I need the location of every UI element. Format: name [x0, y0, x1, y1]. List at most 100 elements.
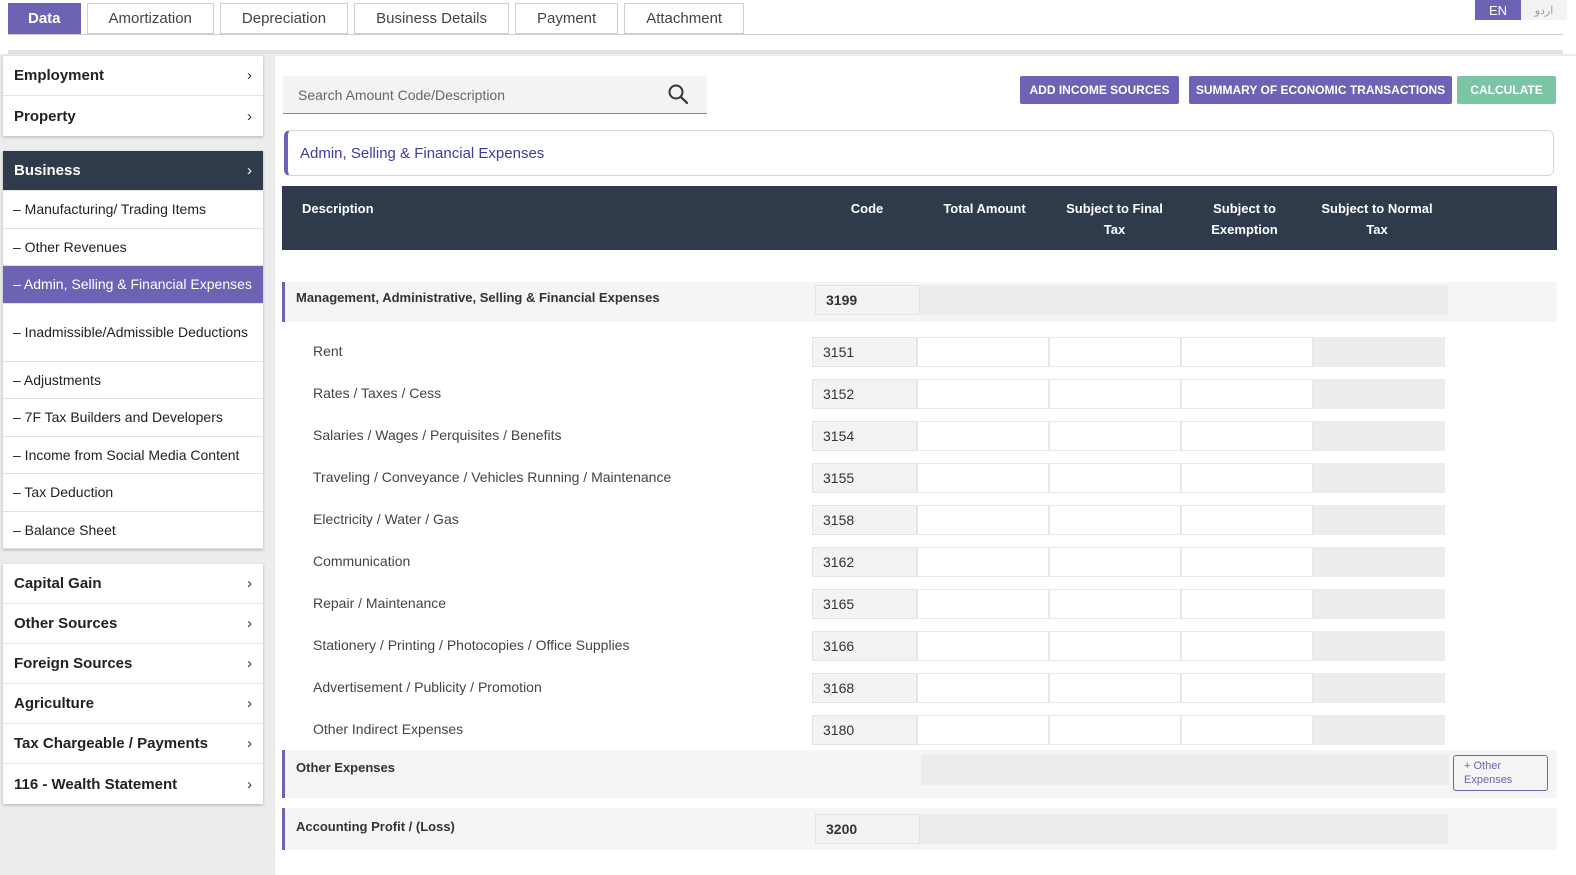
add-income-sources-button[interactable]: ADD INCOME SOURCES: [1020, 76, 1179, 104]
exemption-input[interactable]: [1181, 379, 1313, 409]
table-row: Electricity / Water / Gas 3158: [282, 505, 1557, 545]
sidebar-subitem-balance-sheet[interactable]: – Balance Sheet: [3, 512, 263, 549]
readonly-amount-bar: [920, 814, 1448, 844]
tab-business-details[interactable]: Business Details: [354, 3, 509, 34]
table-row: Advertisement / Publicity / Promotion 31…: [282, 673, 1557, 713]
table-row: Communication 3162: [282, 547, 1557, 587]
total-amount-input[interactable]: [917, 505, 1049, 535]
code-cell: 3165: [812, 589, 917, 619]
final-tax-input[interactable]: [1049, 421, 1181, 451]
search-icon[interactable]: [667, 83, 689, 105]
total-amount-input[interactable]: [917, 547, 1049, 577]
sidebar-item-label: 116 - Wealth Statement: [14, 775, 178, 793]
group-row-accounting-profit: Accounting Profit / (Loss) 3200: [282, 808, 1557, 850]
tab-attachment[interactable]: Attachment: [624, 3, 745, 34]
sidebar-subitem-deductions[interactable]: – Inadmissible/Admissible Deductions: [3, 304, 263, 362]
code-cell: 3200: [815, 814, 920, 844]
total-amount-input[interactable]: [917, 631, 1049, 661]
add-other-expenses-button[interactable]: + Other Expenses: [1453, 755, 1548, 791]
summary-economic-transactions-button[interactable]: SUMMARY OF ECONOMIC TRANSACTIONS: [1189, 76, 1452, 104]
exemption-input[interactable]: [1181, 463, 1313, 493]
lang-ur-button[interactable]: اردو: [1521, 0, 1567, 20]
top-bar: Data Amortization Depreciation Business …: [0, 0, 1576, 54]
exemption-input[interactable]: [1181, 589, 1313, 619]
sidebar-subitem-other-revenues[interactable]: – Other Revenues: [3, 229, 263, 266]
chevron-right-icon: ›: [247, 615, 252, 632]
lang-en-button[interactable]: EN: [1475, 0, 1521, 20]
code-cell: 3180: [812, 715, 917, 745]
chevron-right-icon: ›: [247, 775, 252, 793]
final-tax-input[interactable]: [1049, 715, 1181, 745]
sidebar-subitem-tax-deduction[interactable]: – Tax Deduction: [3, 474, 263, 512]
sidebar-subitem-adjustments[interactable]: – Adjustments: [3, 362, 263, 399]
total-amount-input[interactable]: [917, 673, 1049, 703]
total-amount-input[interactable]: [917, 379, 1049, 409]
code-cell: 3199: [815, 285, 920, 315]
sidebar-item-foreign-sources[interactable]: Foreign Sources ›: [3, 644, 263, 684]
normal-tax-cell: [1313, 673, 1445, 703]
normal-tax-cell: [1313, 337, 1445, 367]
sidebar-item-other-sources[interactable]: Other Sources ›: [3, 604, 263, 644]
exemption-input[interactable]: [1181, 547, 1313, 577]
chevron-right-icon: ›: [247, 695, 252, 712]
tab-amortization[interactable]: Amortization: [86, 3, 214, 34]
chevron-right-icon: ›: [247, 575, 252, 592]
exemption-input[interactable]: [1181, 421, 1313, 451]
exemption-input[interactable]: [1181, 715, 1313, 745]
sidebar-item-capital-gain[interactable]: Capital Gain ›: [3, 564, 263, 604]
tab-bar: Data Amortization Depreciation Business …: [8, 3, 745, 34]
final-tax-input[interactable]: [1049, 589, 1181, 619]
total-amount-input[interactable]: [917, 589, 1049, 619]
normal-tax-cell: [1313, 505, 1445, 535]
sidebar-subitem-admin-expenses[interactable]: – Admin, Selling & Financial Expenses: [3, 266, 263, 304]
total-amount-input[interactable]: [917, 463, 1049, 493]
code-cell: 3152: [812, 379, 917, 409]
tab-shadow: [8, 50, 1563, 54]
table-row: Stationery / Printing / Photocopies / Of…: [282, 631, 1557, 671]
calculate-button[interactable]: CALCULATE: [1457, 76, 1556, 104]
final-tax-input[interactable]: [1049, 337, 1181, 367]
table-row: Traveling / Conveyance / Vehicles Runnin…: [282, 463, 1557, 503]
exemption-input[interactable]: [1181, 505, 1313, 535]
sidebar-subitem-social-media[interactable]: – Income from Social Media Content: [3, 437, 263, 474]
sidebar-item-property[interactable]: Property ›: [3, 96, 263, 136]
sidebar-subitem-7f-tax[interactable]: – 7F Tax Builders and Developers: [3, 399, 263, 437]
tab-payment[interactable]: Payment: [515, 3, 619, 34]
table-row: Salaries / Wages / Perquisites / Benefit…: [282, 421, 1557, 461]
sidebar-item-tax-chargeable[interactable]: Tax Chargeable / Payments ›: [3, 724, 263, 764]
code-cell: 3158: [812, 505, 917, 535]
exemption-input[interactable]: [1181, 337, 1313, 367]
row-label: Accounting Profit / (Loss): [296, 819, 455, 834]
final-tax-input[interactable]: [1049, 673, 1181, 703]
search-input[interactable]: Search Amount Code/Description: [283, 76, 707, 114]
final-tax-input[interactable]: [1049, 631, 1181, 661]
sidebar-item-employment[interactable]: Employment ›: [3, 56, 263, 96]
code-cell: 3168: [812, 673, 917, 703]
total-amount-input[interactable]: [917, 421, 1049, 451]
sidebar-subitem-manufacturing[interactable]: – Manufacturing/ Trading Items: [3, 191, 263, 229]
exemption-input[interactable]: [1181, 631, 1313, 661]
tab-depreciation[interactable]: Depreciation: [219, 3, 349, 34]
sidebar-item-agriculture[interactable]: Agriculture ›: [3, 684, 263, 724]
header-code: Code: [850, 201, 884, 216]
final-tax-input[interactable]: [1049, 547, 1181, 577]
total-amount-input[interactable]: [917, 715, 1049, 745]
row-label: Salaries / Wages / Perquisites / Benefit…: [313, 427, 562, 443]
final-tax-input[interactable]: [1049, 379, 1181, 409]
sidebar-item-business[interactable]: Business ›: [3, 151, 263, 191]
sidebar-group-income: Employment › Property ›: [3, 56, 263, 136]
table-row: Other Indirect Expenses 3180: [282, 715, 1557, 755]
tab-data[interactable]: Data: [8, 3, 81, 34]
search-placeholder: Search Amount Code/Description: [298, 86, 505, 103]
normal-tax-cell: [1313, 463, 1445, 493]
final-tax-input[interactable]: [1049, 463, 1181, 493]
chevron-right-icon: ›: [247, 107, 252, 125]
total-amount-input[interactable]: [917, 337, 1049, 367]
header-exemption: Subject to Exemption: [1211, 201, 1278, 237]
normal-tax-cell: [1313, 547, 1445, 577]
group-row-other-expenses: Other Expenses + Other Expenses: [282, 750, 1557, 798]
final-tax-input[interactable]: [1049, 505, 1181, 535]
sidebar-item-wealth-statement[interactable]: 116 - Wealth Statement ›: [3, 764, 263, 804]
chevron-right-icon: ›: [247, 655, 252, 672]
exemption-input[interactable]: [1181, 673, 1313, 703]
